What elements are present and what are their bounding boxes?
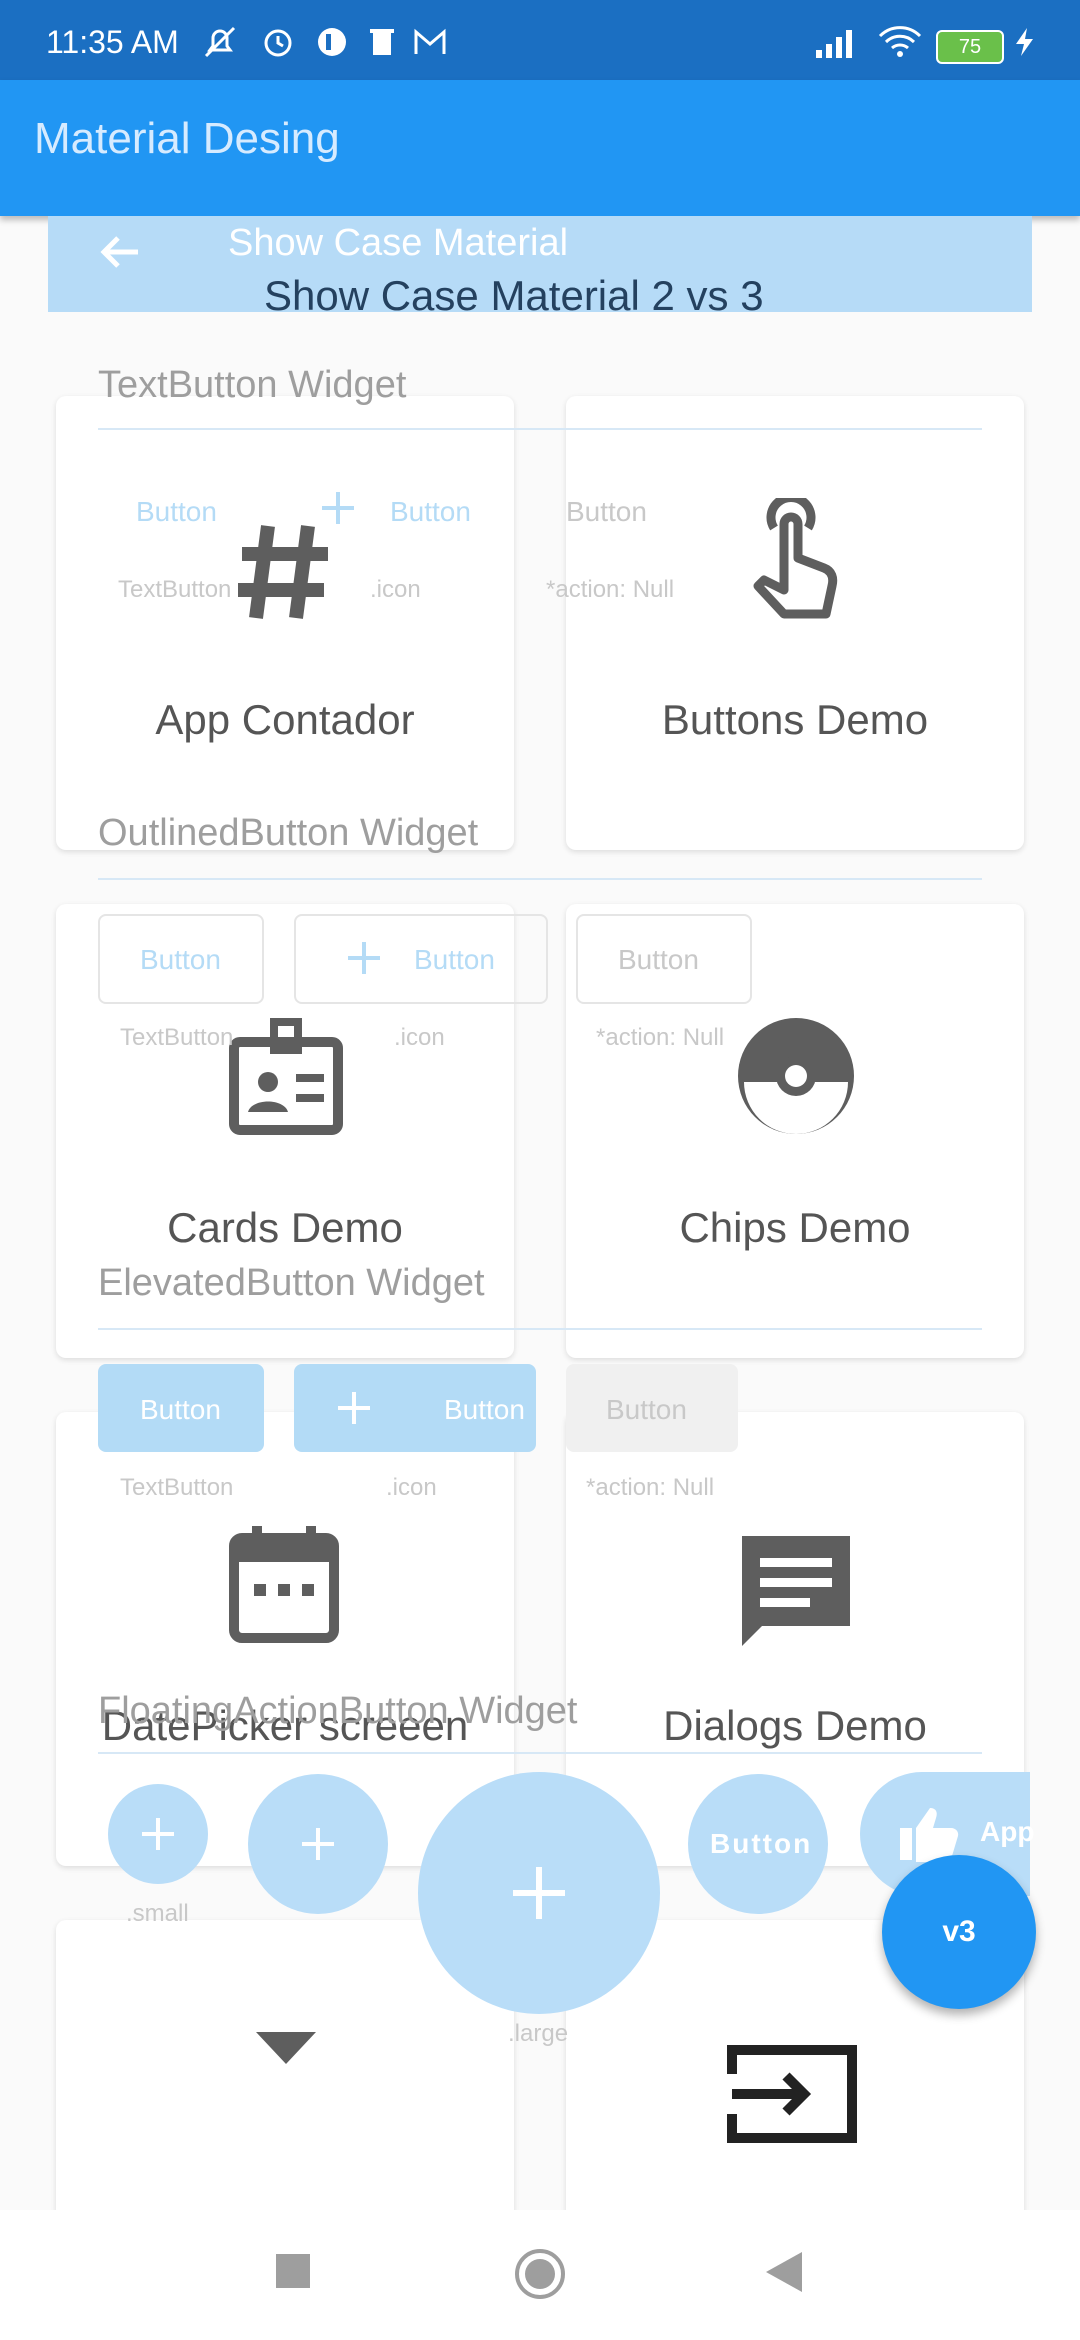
caption-textbutton: TextButton [120, 1474, 234, 1501]
card-label: Buttons Demo [661, 696, 929, 743]
caption-icon: .icon [370, 576, 421, 603]
fab-extended-label: App [980, 1816, 1035, 1847]
alarm-icon [258, 24, 298, 60]
plus-icon [346, 940, 382, 981]
plus-icon [140, 1816, 176, 1857]
elevated-button-label: Button [140, 1394, 221, 1425]
card-app-contador[interactable]: App Contador [56, 396, 514, 850]
outlined-button-icon-label: Button [414, 944, 495, 975]
card-label: Dialogs Demo [663, 1702, 927, 1749]
app-title: Material Desing [34, 114, 340, 163]
outlined-button-disabled-label: Button [618, 944, 699, 975]
message-icon [734, 1528, 858, 1657]
calendar-icon [228, 1524, 340, 1649]
divider [98, 428, 982, 430]
fab-text-button[interactable]: Button [688, 1774, 828, 1914]
plus-icon [511, 1865, 567, 1926]
caption-null: *action: Null [546, 576, 675, 603]
elevated-button-icon[interactable]: Button [294, 1364, 536, 1452]
fab-large[interactable] [418, 1772, 660, 2014]
plus-icon [336, 1390, 372, 1433]
outlined-button-label: Button [140, 944, 221, 975]
caption-large: .large [508, 2020, 569, 2047]
fab-text-label: Button [710, 1828, 813, 1859]
dropdown-arrow-icon [256, 2032, 316, 2069]
app-notification-icon [312, 24, 352, 60]
elevated-button-disabled: Button [566, 1364, 738, 1452]
fab-regular[interactable] [248, 1774, 388, 1914]
section-title-fab: FloatingActionButton Widget [98, 1690, 578, 1732]
app-bar: Material Desing [0, 80, 1080, 216]
pokeball-icon [736, 1016, 856, 1141]
divider [98, 1328, 982, 1330]
fab-version-label: v3 [942, 1915, 976, 1948]
overlay-title: Show Case Material [228, 222, 569, 264]
battery-indicator: 75 [936, 30, 1004, 64]
text-button[interactable]: Button [136, 496, 217, 528]
fab-small[interactable] [108, 1784, 208, 1884]
card-label: Chips Demo [679, 1204, 911, 1251]
touch-icon [740, 493, 850, 633]
input-icon [726, 2040, 858, 2153]
text-button-disabled: Button [566, 496, 647, 527]
wifi-icon [876, 24, 924, 60]
caption-icon: .icon [386, 1474, 437, 1501]
text-button-icon[interactable]: Button [390, 496, 471, 528]
caption-textbutton: TextButton [118, 576, 232, 603]
gmail-icon [410, 24, 450, 60]
caption-small: .small [126, 1900, 189, 1927]
card-buttons-demo[interactable]: Buttons Demo [566, 396, 1024, 850]
back-icon[interactable] [766, 2252, 802, 2297]
mute-icon [200, 24, 240, 60]
caption-textbutton: TextButton [120, 1024, 234, 1051]
caption-null: *action: Null [586, 1474, 715, 1501]
home-icon[interactable] [514, 2248, 566, 2305]
recents-icon[interactable] [276, 2254, 310, 2293]
overlay-header: Show Case Material Show Case Material 2 … [48, 216, 1032, 319]
divider [98, 878, 982, 880]
fab-version-toggle[interactable]: v3 [882, 1855, 1036, 2009]
section-title-elevatedbutton: ElevatedButton Widget [98, 1262, 485, 1304]
status-bar: 11:35 AM 75 [0, 0, 1080, 80]
hash-icon [228, 516, 340, 633]
signal-icon [812, 24, 860, 60]
section-title-textbutton: TextButton Widget [98, 364, 407, 406]
caption-icon: .icon [394, 1024, 445, 1051]
plus-icon [300, 1826, 336, 1867]
elevated-button-icon-label: Button [444, 1394, 525, 1425]
section-title-outlinedbutton: OutlinedButton Widget [98, 812, 479, 854]
outlined-button[interactable]: Button [98, 914, 264, 1004]
outlined-button-disabled: Button [576, 914, 752, 1004]
outlined-button-icon[interactable]: Button [294, 914, 548, 1004]
caption-null: *action: Null [596, 1024, 725, 1051]
card-label: Cards Demo [167, 1204, 403, 1251]
status-time: 11:35 AM [46, 24, 179, 60]
card-label: App Contador [155, 696, 415, 743]
plus-icon [320, 490, 356, 531]
elevated-button[interactable]: Button [98, 1364, 264, 1452]
overlay-subtitle: Show Case Material 2 vs 3 [264, 272, 764, 319]
system-nav-bar [0, 2210, 1080, 2340]
back-arrow-icon[interactable] [98, 230, 142, 274]
trash-icon [362, 24, 402, 60]
badge-icon [226, 1016, 346, 1141]
divider [98, 1752, 982, 1754]
elevated-button-disabled-label: Button [606, 1394, 687, 1425]
charging-icon [1010, 24, 1040, 60]
